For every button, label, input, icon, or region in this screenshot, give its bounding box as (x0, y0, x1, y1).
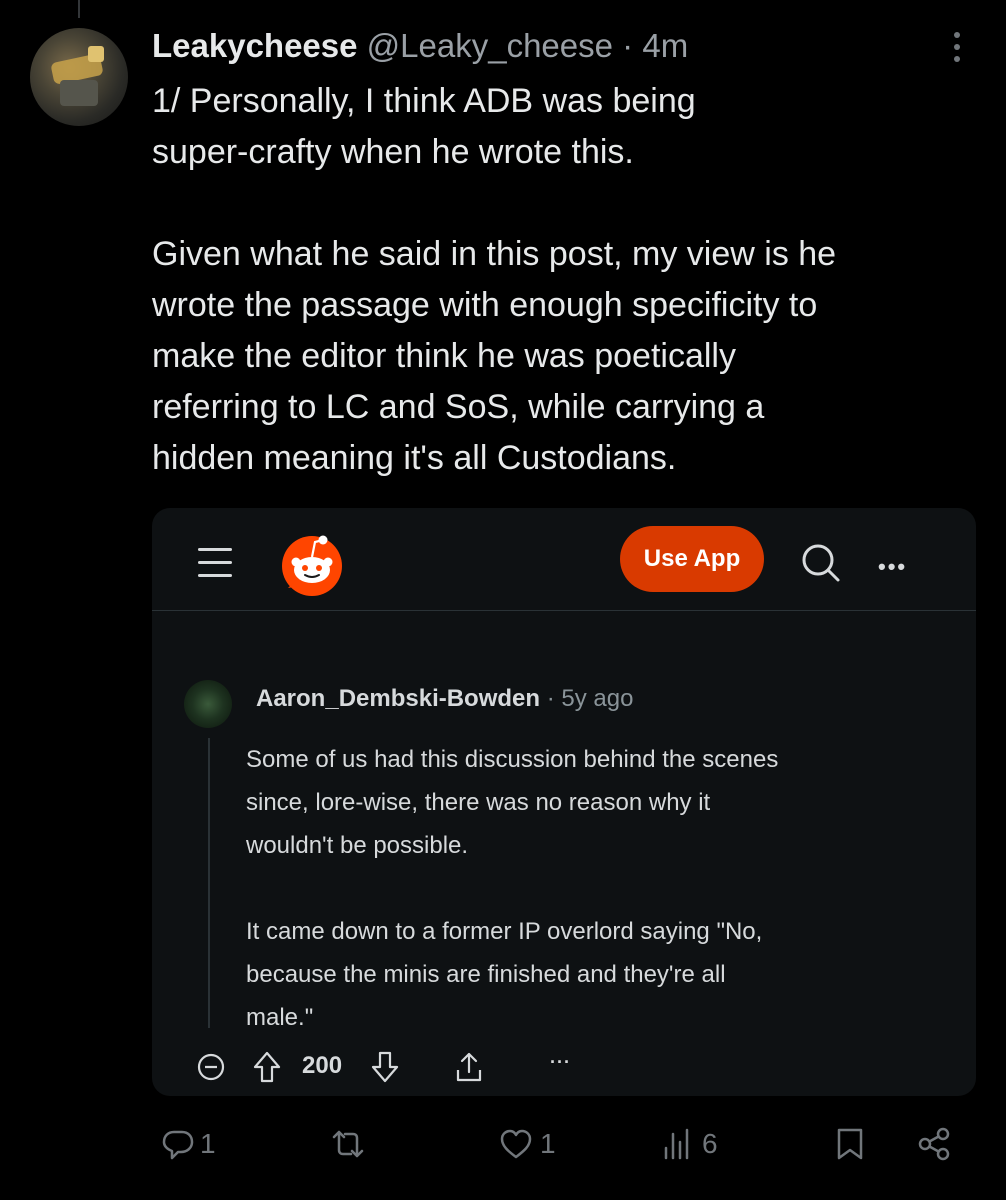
collapse-icon[interactable] (196, 1052, 226, 1082)
comment-header: Aaron_Dembski-Bowden · 5y ago (256, 682, 633, 716)
retweet-icon[interactable] (330, 1126, 366, 1162)
comment-avatar[interactable] (184, 680, 232, 728)
comment-thread-line[interactable] (208, 738, 210, 1028)
comment-body: Some of us had this discussion behind th… (246, 738, 946, 1039)
search-icon[interactable] (798, 540, 844, 586)
comment-action-row: 200 ··· (152, 1048, 976, 1088)
upvote-icon[interactable] (252, 1050, 282, 1084)
tweet-line: super-crafty when he wrote this. (152, 133, 634, 171)
comment-line: It came down to a former IP overlord say… (246, 918, 763, 945)
use-app-button[interactable]: Use App (620, 526, 764, 592)
view-count: 6 (702, 1128, 718, 1159)
bookmark-icon[interactable] (832, 1126, 868, 1162)
reddit-snoo-icon[interactable] (276, 528, 348, 600)
display-name[interactable]: Leakycheese (152, 27, 358, 64)
tweet-action-bar: 1 1 6 (0, 1120, 1006, 1170)
comment-line: because the minis are finished and they'… (246, 961, 726, 988)
timestamp[interactable]: 4m (642, 27, 688, 64)
vote-count: 200 (302, 1052, 343, 1079)
header-separator: · (622, 27, 634, 64)
reply-count: 1 (200, 1128, 216, 1159)
like-icon[interactable] (498, 1126, 534, 1162)
tweet-line: Given what he said in this post, my view… (152, 235, 837, 273)
reddit-top-bar: Use App ••• (152, 508, 976, 611)
comment-line: wouldn't be possible. (246, 832, 469, 859)
comment-separator: · (546, 685, 555, 712)
user-handle[interactable]: @Leaky_cheese (367, 27, 613, 64)
like-count: 1 (540, 1128, 556, 1159)
more-horizontal-icon[interactable]: ••• (878, 554, 907, 580)
comment-line: since, lore-wise, there was no reason wh… (246, 789, 711, 816)
tweet-line: 1/ Personally, I think ADB was being (152, 82, 696, 120)
comment-username[interactable]: Aaron_Dembski-Bowden (256, 685, 540, 712)
views-icon[interactable] (660, 1126, 696, 1162)
comment-line: Some of us had this discussion behind th… (246, 746, 779, 773)
tweet-line: make the editor think he was poetically (152, 337, 736, 375)
comment-more-button[interactable]: ··· (550, 1052, 571, 1073)
reply-icon[interactable] (160, 1126, 196, 1162)
tweet-line: hidden meaning it's all Custodians. (152, 439, 677, 477)
tweet-line: referring to LC and SoS, while carrying … (152, 388, 765, 426)
tweet-text: 1/ Personally, I think ADB was being sup… (152, 76, 972, 484)
embedded-reddit-screenshot[interactable]: Use App ••• Aaron_Dembski-Bowden · 5y ag… (152, 508, 976, 1096)
thread-connector-line (78, 0, 80, 18)
comment-line: male." (246, 1004, 314, 1031)
share-network-icon[interactable] (916, 1126, 952, 1162)
tweet-header: Leakycheese @Leaky_cheese · 4m (152, 26, 688, 66)
avatar[interactable] (30, 28, 128, 126)
tweet-line: wrote the passage with enough specificit… (152, 286, 818, 324)
share-icon[interactable] (454, 1050, 484, 1084)
downvote-icon[interactable] (370, 1050, 400, 1084)
hamburger-menu-icon[interactable] (198, 548, 232, 578)
comment-age: 5y ago (561, 685, 634, 712)
more-vertical-icon[interactable] (945, 32, 969, 72)
